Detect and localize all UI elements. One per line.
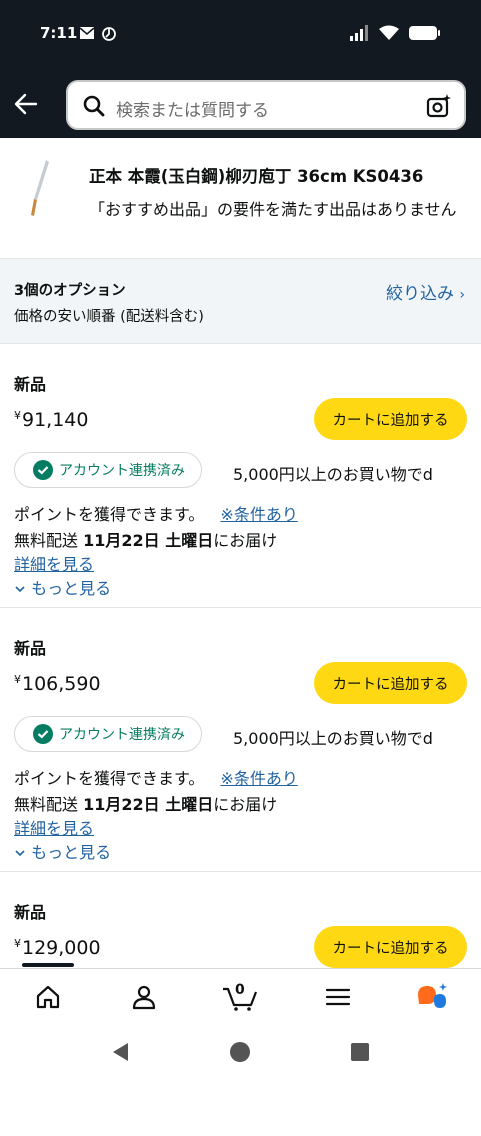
account-linked-badge[interactable]: アカウント連携済み [14,452,202,488]
points-text: ポイントを獲得できます。 ※条件あり [14,769,298,788]
account-linked-badge[interactable]: アカウント連携済み [14,716,202,752]
camera-lens-icon[interactable] [426,93,452,119]
nav-home-icon[interactable] [229,1041,251,1063]
wifi-icon [379,25,399,40]
offer-item: 新品 ¥106,590 カートに追加する アカウント連携済み 5,000円以上の… [0,608,481,872]
search-input[interactable]: 検索または質問する [66,80,466,130]
product-title: 正本 本霞(玉白鋼)柳刃庖丁 36cm KS0436 [89,167,424,186]
battery-icon [409,26,440,40]
offer-price: ¥91,140 [14,409,89,431]
sort-order: 価格の安い順番 (配送料含む) [14,309,204,325]
rufus-assistant-icon[interactable] [418,983,450,1011]
chevron-down-icon [15,850,25,857]
points-text: ポイントを獲得できます。 ※条件あり [14,505,298,524]
see-more-link[interactable]: もっと見る [14,575,111,599]
nav-recents-icon[interactable] [350,1042,370,1062]
options-count: 3個のオプション [14,283,126,299]
points-promo: 5,000円以上のお買い物でd [233,729,433,748]
mail-icon [79,27,95,39]
details-link[interactable]: 詳細を見る [14,551,94,575]
system-nav-bar [0,1026,481,1080]
account-icon[interactable] [130,983,158,1011]
search-header: 検索または質問する [0,70,481,138]
product-summary: 正本 本霞(玉白鋼)柳刃庖丁 36cm KS0436 「おすすめ出品」の要件を満… [0,138,481,258]
offer-item: 新品 ¥91,140 カートに追加する アカウント連携済み 5,000円以上のお… [0,344,481,608]
status-bar: 7:11 [0,0,481,70]
delivery-info: 無料配送 11月22日 土曜日にお届け [14,531,278,550]
featured-offer-note: 「おすすめ出品」の要件を満たす出品はありません [89,200,457,219]
check-circle-icon [33,724,53,744]
offer-price: ¥129,000 [14,937,101,959]
nav-back-icon[interactable] [110,1041,132,1063]
back-arrow-icon[interactable] [12,90,40,118]
product-thumbnail[interactable] [22,158,52,218]
cart-count: 0 [235,982,245,998]
active-tab-indicator [22,963,74,967]
see-more-link[interactable]: もっと見る [14,839,111,863]
bottom-tab-bar: 0 [0,963,481,1026]
add-to-cart-button[interactable]: カートに追加する [314,662,467,704]
conditions-link[interactable]: ※条件あり [220,505,297,524]
sync-icon [102,27,116,41]
signal-icon [350,25,368,41]
add-to-cart-button[interactable]: カートに追加する [314,926,467,968]
offer-condition: 新品 [14,639,47,658]
home-icon[interactable] [34,983,62,1011]
search-placeholder: 検索または質問する [116,101,269,121]
delivery-info: 無料配送 11月22日 土曜日にお届け [14,795,278,814]
details-link[interactable]: 詳細を見る [14,815,94,839]
search-icon [83,95,105,117]
filter-button[interactable]: 絞り込み › [386,279,465,304]
status-time: 7:11 [40,24,78,42]
cart-tab[interactable]: 0 [222,982,258,1011]
add-to-cart-button[interactable]: カートに追加する [314,398,467,440]
chevron-right-icon: › [459,287,465,303]
options-header: 3個のオプション 価格の安い順番 (配送料含む) 絞り込み › [0,258,481,344]
check-circle-icon [33,460,53,480]
chevron-down-icon [15,586,25,593]
menu-icon[interactable] [324,983,352,1011]
offer-condition: 新品 [14,903,47,922]
conditions-link[interactable]: ※条件あり [220,769,297,788]
points-promo: 5,000円以上のお買い物でd [233,465,433,484]
offer-condition: 新品 [14,375,47,394]
offer-price: ¥106,590 [14,673,101,695]
